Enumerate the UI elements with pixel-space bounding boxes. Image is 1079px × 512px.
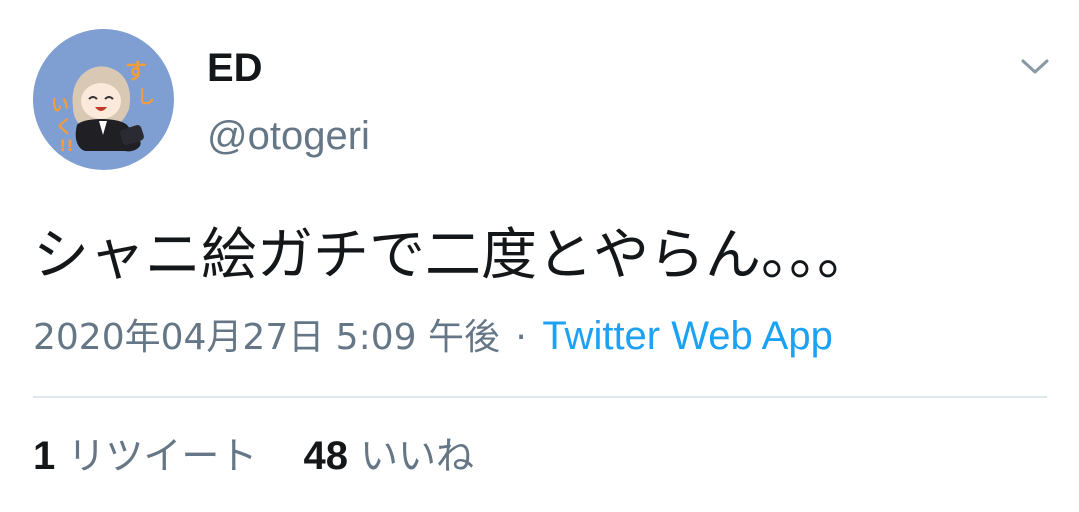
likes-count: 48: [303, 434, 348, 478]
svg-text:い: い: [51, 95, 69, 116]
user-handle[interactable]: @otogeri: [207, 112, 370, 160]
tweet-meta: 2020年04月27日 5:09 午後 · Twitter Web App: [33, 314, 833, 360]
tweet-card: す し い く !! ED @otogeri シャニ絵ガチで二度とやらん。。。 …: [0, 0, 1079, 512]
tweet-source-link[interactable]: Twitter Web App: [542, 314, 833, 358]
avatar[interactable]: す し い く !!: [33, 29, 174, 170]
meta-separator: ·: [515, 317, 527, 358]
tweet-stats: 1 リツイート 48 いいね: [33, 432, 508, 480]
tweet-menu-button[interactable]: [1015, 52, 1055, 82]
svg-text:!!: !!: [59, 136, 74, 155]
display-name[interactable]: ED: [207, 44, 370, 92]
avatar-illustration: す し い く !!: [33, 29, 173, 169]
retweets-stat[interactable]: 1 リツイート: [33, 432, 257, 480]
chevron-down-icon: [1021, 59, 1049, 74]
svg-text:し: し: [137, 87, 155, 108]
retweets-label: リツイート: [67, 434, 258, 478]
svg-text:す: す: [125, 60, 147, 85]
likes-stat[interactable]: 48 いいね: [303, 432, 474, 480]
divider: [33, 396, 1047, 398]
svg-text:く: く: [55, 117, 73, 138]
tweet-timestamp[interactable]: 2020年04月27日 5:09 午後: [33, 317, 500, 358]
author-block: ED @otogeri: [207, 44, 370, 160]
tweet-text: シャニ絵ガチで二度とやらん。。。: [33, 223, 873, 288]
retweets-count: 1: [33, 434, 56, 478]
likes-label: いいね: [360, 434, 475, 478]
